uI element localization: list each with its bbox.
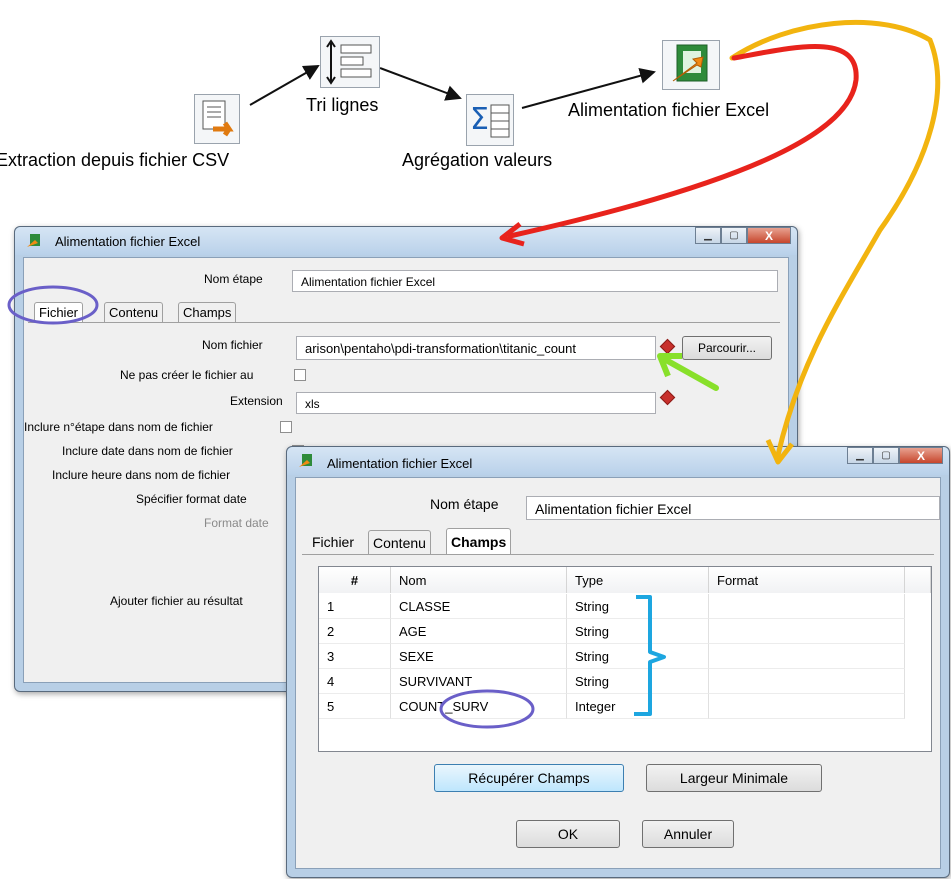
specifier-format-label: Spécifier format date bbox=[136, 492, 247, 506]
table-row[interactable]: 4 SURVIVANT String bbox=[319, 669, 931, 694]
parcourir-button[interactable]: Parcourir... bbox=[682, 336, 772, 360]
row-nom-cell[interactable]: CLASSE bbox=[391, 594, 567, 619]
ne-pas-creer-label: Ne pas créer le fichier au bbox=[120, 368, 254, 382]
dialog-champs-client: Nom étape Alimentation fichier Excel Fic… bbox=[295, 477, 941, 869]
col-header-spacer bbox=[905, 567, 931, 593]
table-row[interactable]: 3 SEXE String bbox=[319, 644, 931, 669]
tab-champs[interactable]: Champs bbox=[446, 528, 512, 554]
row-num-cell: 1 bbox=[319, 594, 391, 619]
nom-fichier-label: Nom fichier bbox=[202, 338, 263, 352]
nom-etape-field[interactable]: Alimentation fichier Excel bbox=[526, 496, 940, 520]
svg-text:Σ: Σ bbox=[470, 102, 489, 137]
nom-etape-label: Nom étape bbox=[204, 272, 263, 286]
row-type-cell[interactable]: String bbox=[567, 619, 709, 644]
close-button[interactable]: X bbox=[747, 227, 791, 244]
step-label-csv: Extraction depuis fichier CSV bbox=[0, 150, 230, 170]
dialog-fichier-titlebar[interactable]: Alimentation fichier Excel bbox=[15, 227, 797, 255]
row-type-cell[interactable]: String bbox=[567, 644, 709, 669]
column-header-label: Type bbox=[575, 572, 604, 588]
excel-output-icon[interactable] bbox=[662, 40, 720, 90]
extension-field[interactable]: xls bbox=[296, 392, 656, 414]
tab-fichier[interactable]: Fichier bbox=[34, 302, 84, 322]
minimize-button[interactable]: ▁ bbox=[847, 447, 873, 464]
ok-button[interactable]: OK bbox=[516, 820, 620, 848]
row-num-cell: 5 bbox=[319, 694, 391, 719]
table-row[interactable]: 5 COUNT_SURV Integer bbox=[319, 694, 931, 719]
row-num-cell: 3 bbox=[319, 644, 391, 669]
tab-panel-border bbox=[302, 554, 934, 555]
csv-input-icon[interactable] bbox=[194, 94, 240, 144]
row-format-cell[interactable] bbox=[709, 619, 905, 644]
row-format-cell[interactable] bbox=[709, 644, 905, 669]
row-nom-cell[interactable]: AGE bbox=[391, 619, 567, 644]
step-label-excel: Alimentation fichier Excel bbox=[568, 100, 770, 120]
excel-output-icon bbox=[299, 454, 312, 467]
row-num-cell: 4 bbox=[319, 669, 391, 694]
row-format-cell[interactable] bbox=[709, 594, 905, 619]
col-header-nom[interactable]: Nom bbox=[391, 567, 567, 593]
excel-output-icon bbox=[27, 234, 40, 247]
table-row[interactable]: 1 CLASSE String bbox=[319, 594, 931, 619]
row-nom-cell[interactable]: SURVIVANT bbox=[391, 669, 567, 694]
largeur-minimale-button[interactable]: Largeur Minimale bbox=[646, 764, 822, 792]
window-controls: ▁ ▢ X bbox=[695, 227, 791, 245]
row-type-cell[interactable]: Integer bbox=[567, 694, 709, 719]
col-header-format[interactable]: Format bbox=[709, 567, 905, 593]
row-num-cell: 2 bbox=[319, 619, 391, 644]
nom-fichier-field[interactable]: arison\pentaho\pdi-transformation\titani… bbox=[296, 336, 656, 360]
step-label-agg: Agrégation valeurs bbox=[402, 150, 553, 170]
row-format-cell[interactable] bbox=[709, 694, 905, 719]
fields-table: # Nom Type Format 1 CLASSE String 2 AGE … bbox=[318, 566, 932, 752]
col-header-type[interactable]: Type bbox=[567, 567, 709, 593]
maximize-button[interactable]: ▢ bbox=[721, 227, 747, 244]
window-controls: ▁ ▢ X bbox=[847, 447, 943, 465]
tab-fichier[interactable]: Fichier bbox=[308, 530, 358, 554]
row-nom-cell[interactable]: COUNT_SURV bbox=[391, 694, 567, 719]
annuler-button[interactable]: Annuler bbox=[642, 820, 734, 848]
inclure-etape-checkbox[interactable] bbox=[280, 421, 292, 433]
row-type-cell[interactable]: String bbox=[567, 594, 709, 619]
ajouter-fichier-label: Ajouter fichier au résultat bbox=[110, 594, 243, 608]
inclure-date-label: Inclure date dans nom de fichier bbox=[62, 444, 233, 458]
nom-etape-label: Nom étape bbox=[430, 496, 499, 512]
sort-rows-icon[interactable] bbox=[320, 36, 380, 88]
dialog-fichier-title: Alimentation fichier Excel bbox=[55, 234, 201, 249]
col-header-num[interactable]: # bbox=[319, 567, 391, 593]
row-format-cell[interactable] bbox=[709, 669, 905, 694]
minimize-button[interactable]: ▁ bbox=[695, 227, 721, 244]
tab-contenu[interactable]: Contenu bbox=[368, 530, 431, 554]
tab-champs[interactable]: Champs bbox=[178, 302, 237, 322]
close-button[interactable]: X bbox=[899, 447, 943, 464]
dialog-champs-window: Alimentation fichier Excel ▁ ▢ X Nom éta… bbox=[286, 446, 950, 878]
dialog-champs-title: Alimentation fichier Excel bbox=[327, 456, 473, 471]
column-header-label: Nom bbox=[399, 572, 427, 588]
column-header-label: # bbox=[350, 572, 359, 588]
step-label-sort: Tri lignes bbox=[306, 95, 379, 115]
row-type-cell[interactable]: String bbox=[567, 669, 709, 694]
format-date-label: Format date bbox=[204, 516, 269, 530]
aggregate-icon[interactable]: Σ bbox=[466, 94, 514, 146]
inclure-etape-label: Inclure n°étape dans nom de fichier bbox=[24, 420, 213, 434]
column-header-label: Format bbox=[717, 572, 759, 588]
extension-label: Extension bbox=[230, 394, 283, 408]
recuperer-champs-button[interactable]: Récupérer Champs bbox=[434, 764, 624, 792]
ne-pas-creer-checkbox[interactable] bbox=[294, 369, 306, 381]
maximize-button[interactable]: ▢ bbox=[873, 447, 899, 464]
tab-contenu[interactable]: Contenu bbox=[104, 302, 164, 322]
nom-etape-field[interactable]: Alimentation fichier Excel bbox=[292, 270, 778, 292]
row-nom-cell[interactable]: SEXE bbox=[391, 644, 567, 669]
hop-sort-to-agg bbox=[379, 67, 462, 101]
inclure-heure-label: Inclure heure dans nom de fichier bbox=[52, 468, 231, 482]
table-row[interactable]: 2 AGE String bbox=[319, 619, 931, 644]
